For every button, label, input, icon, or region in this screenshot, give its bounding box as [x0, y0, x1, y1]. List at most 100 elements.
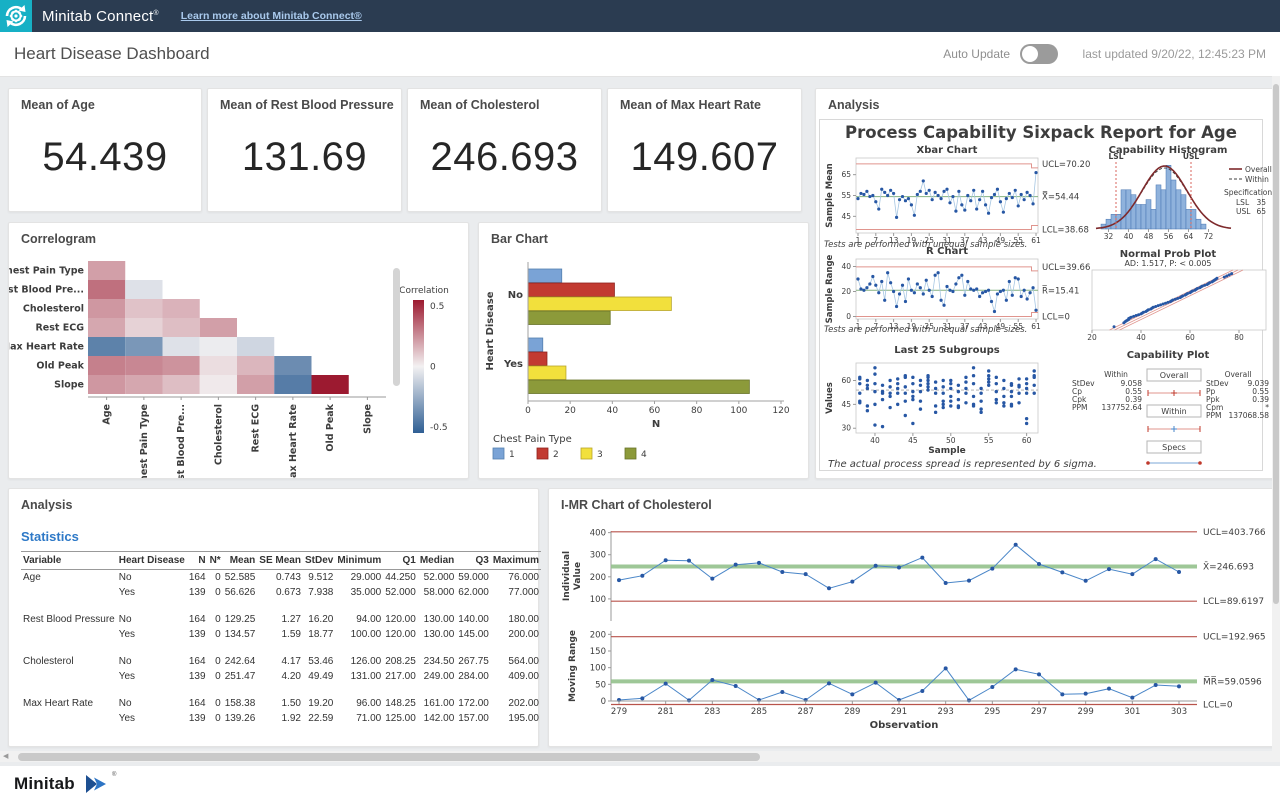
table-cell: 164 [187, 696, 208, 711]
table-cell: 7.938 [303, 585, 335, 600]
table-cell: 29.000 [335, 570, 383, 586]
svg-text:40: 40 [1136, 333, 1146, 342]
learn-more-link[interactable]: Learn more about Minitab Connect® [181, 10, 362, 22]
svg-text:0: 0 [846, 312, 851, 321]
table-cell: Yes [117, 585, 187, 600]
scroll-left-arrow-icon[interactable]: ◀ [3, 752, 8, 760]
svg-text:50: 50 [946, 436, 956, 445]
table-cell: 0 [208, 570, 223, 586]
svg-text:80: 80 [691, 406, 703, 416]
table-cell: 195.00 [491, 711, 541, 726]
column-header: Q1 [383, 552, 418, 570]
column-header: Q3 [456, 552, 491, 570]
svg-text:60: 60 [1185, 333, 1195, 342]
svg-text:200: 200 [590, 630, 606, 640]
table-cell: 56.626 [223, 585, 258, 600]
table-cell: 52.000 [418, 570, 456, 586]
svg-text:2: 2 [553, 450, 559, 460]
table-cell: 16.20 [303, 612, 335, 627]
svg-text:0: 0 [430, 363, 436, 373]
svg-text:UCL=192.965: UCL=192.965 [1203, 633, 1266, 643]
svg-text:USL: USL [1183, 152, 1199, 161]
auto-update-toggle[interactable] [1020, 44, 1058, 64]
svg-text:120: 120 [772, 406, 789, 416]
table-cell: 52.585 [223, 570, 258, 586]
svg-text:Overall: Overall [1225, 370, 1252, 379]
table-cell: Max Heart Rate [21, 696, 117, 711]
panel-title: Analysis [21, 498, 72, 512]
table-cell: 217.00 [383, 669, 418, 684]
svg-text:283: 283 [704, 707, 720, 717]
svg-text:35: 35 [1256, 198, 1266, 207]
svg-text:LCL=38.68: LCL=38.68 [1042, 226, 1089, 236]
column-header: N* [208, 552, 223, 570]
column-header: SE Mean [257, 552, 303, 570]
svg-text:LCL=0: LCL=0 [1203, 701, 1233, 711]
svg-text:UCL=70.20: UCL=70.20 [1042, 160, 1090, 170]
svg-text:Rest Blood Pre...: Rest Blood Pre... [176, 404, 187, 478]
svg-text:100: 100 [590, 595, 606, 605]
svg-text:Slope: Slope [362, 404, 373, 434]
table-cell: 164 [187, 654, 208, 669]
svg-text:Within: Within [1245, 175, 1269, 184]
svg-text:Tests are performed with unequ: Tests are performed with unequal sample … [824, 325, 1027, 335]
svg-text:UCL=39.66: UCL=39.66 [1042, 263, 1090, 273]
horizontal-scrollbar-thumb[interactable] [18, 753, 760, 761]
table-cell: 0 [208, 585, 223, 600]
svg-text:Sample Range: Sample Range [825, 254, 835, 323]
svg-text:137752.64: 137752.64 [1101, 403, 1142, 412]
svg-text:Yes: Yes [503, 359, 523, 370]
table-cell: 172.00 [456, 696, 491, 711]
vertical-scrollbar[interactable] [1272, 76, 1280, 751]
svg-text:Old Peak: Old Peak [36, 361, 84, 372]
table-cell: Yes [117, 627, 187, 642]
footer-brand-wordmark: Minitab [14, 774, 75, 794]
statistics-table: VariableHeart DiseaseNN*MeanSE MeanStDev… [21, 551, 541, 726]
kpi-card-mean-cholesterol: Mean of Cholesterol 246.693 [407, 88, 602, 212]
table-row: Yes1390134.571.5918.77100.00120.00130.00… [21, 627, 541, 642]
svg-text:R Chart: R Chart [926, 246, 968, 257]
vertical-scrollbar-thumb[interactable] [1273, 84, 1279, 604]
minitab-chevron-logo-icon [86, 775, 110, 793]
table-cell [21, 585, 117, 600]
svg-text:1: 1 [509, 450, 515, 460]
svg-text:20: 20 [1087, 333, 1097, 342]
column-header: Minimum [335, 552, 383, 570]
svg-text:Overall: Overall [1245, 165, 1272, 174]
svg-text:Moving Range: Moving Range [568, 630, 578, 702]
svg-text:150: 150 [590, 647, 606, 657]
svg-text:Chest Pain Type: Chest Pain Type [493, 434, 572, 445]
svg-text:285: 285 [751, 707, 767, 717]
table-cell: 140.00 [456, 612, 491, 627]
svg-text:0: 0 [525, 406, 531, 416]
table-cell: 77.000 [491, 585, 541, 600]
svg-text:LSL: LSL [1109, 152, 1124, 161]
horizontal-scrollbar[interactable]: ◀ [0, 751, 1280, 762]
correlogram-panel: Correlogram Chest Pain TypeRest Blood Pr… [8, 222, 469, 479]
svg-text:PPM: PPM [1206, 411, 1222, 420]
svg-text:Capability Plot: Capability Plot [1127, 350, 1210, 361]
svg-text:Max Heart Rate: Max Heart Rate [9, 342, 84, 353]
table-cell: 19.20 [303, 696, 335, 711]
table-cell: 409.00 [491, 669, 541, 684]
svg-text:137068.58: 137068.58 [1228, 411, 1269, 420]
svg-text:Process Capability Sixpack Rep: Process Capability Sixpack Report for Ag… [845, 123, 1237, 142]
kpi-title: Mean of Max Heart Rate [620, 98, 761, 112]
table-cell: 76.000 [491, 570, 541, 586]
table-cell: 267.75 [456, 654, 491, 669]
svg-text:60: 60 [841, 376, 851, 385]
svg-text:40: 40 [607, 406, 619, 416]
table-row: Yes1390251.474.2049.49131.00217.00249.00… [21, 669, 541, 684]
correlogram-scrollbar[interactable] [393, 268, 400, 386]
svg-text:100: 100 [730, 406, 747, 416]
panel-title: Bar Chart [491, 232, 548, 246]
svg-text:Old Peak: Old Peak [325, 403, 336, 451]
svg-text:0: 0 [601, 697, 606, 707]
kpi-title: Mean of Age [21, 98, 95, 112]
svg-text:55: 55 [984, 436, 994, 445]
table-cell: 0 [208, 669, 223, 684]
svg-text:30: 30 [841, 424, 851, 433]
kpi-value: 131.69 [208, 135, 401, 180]
svg-text:50: 50 [595, 680, 606, 690]
svg-text:0.5: 0.5 [430, 302, 444, 312]
